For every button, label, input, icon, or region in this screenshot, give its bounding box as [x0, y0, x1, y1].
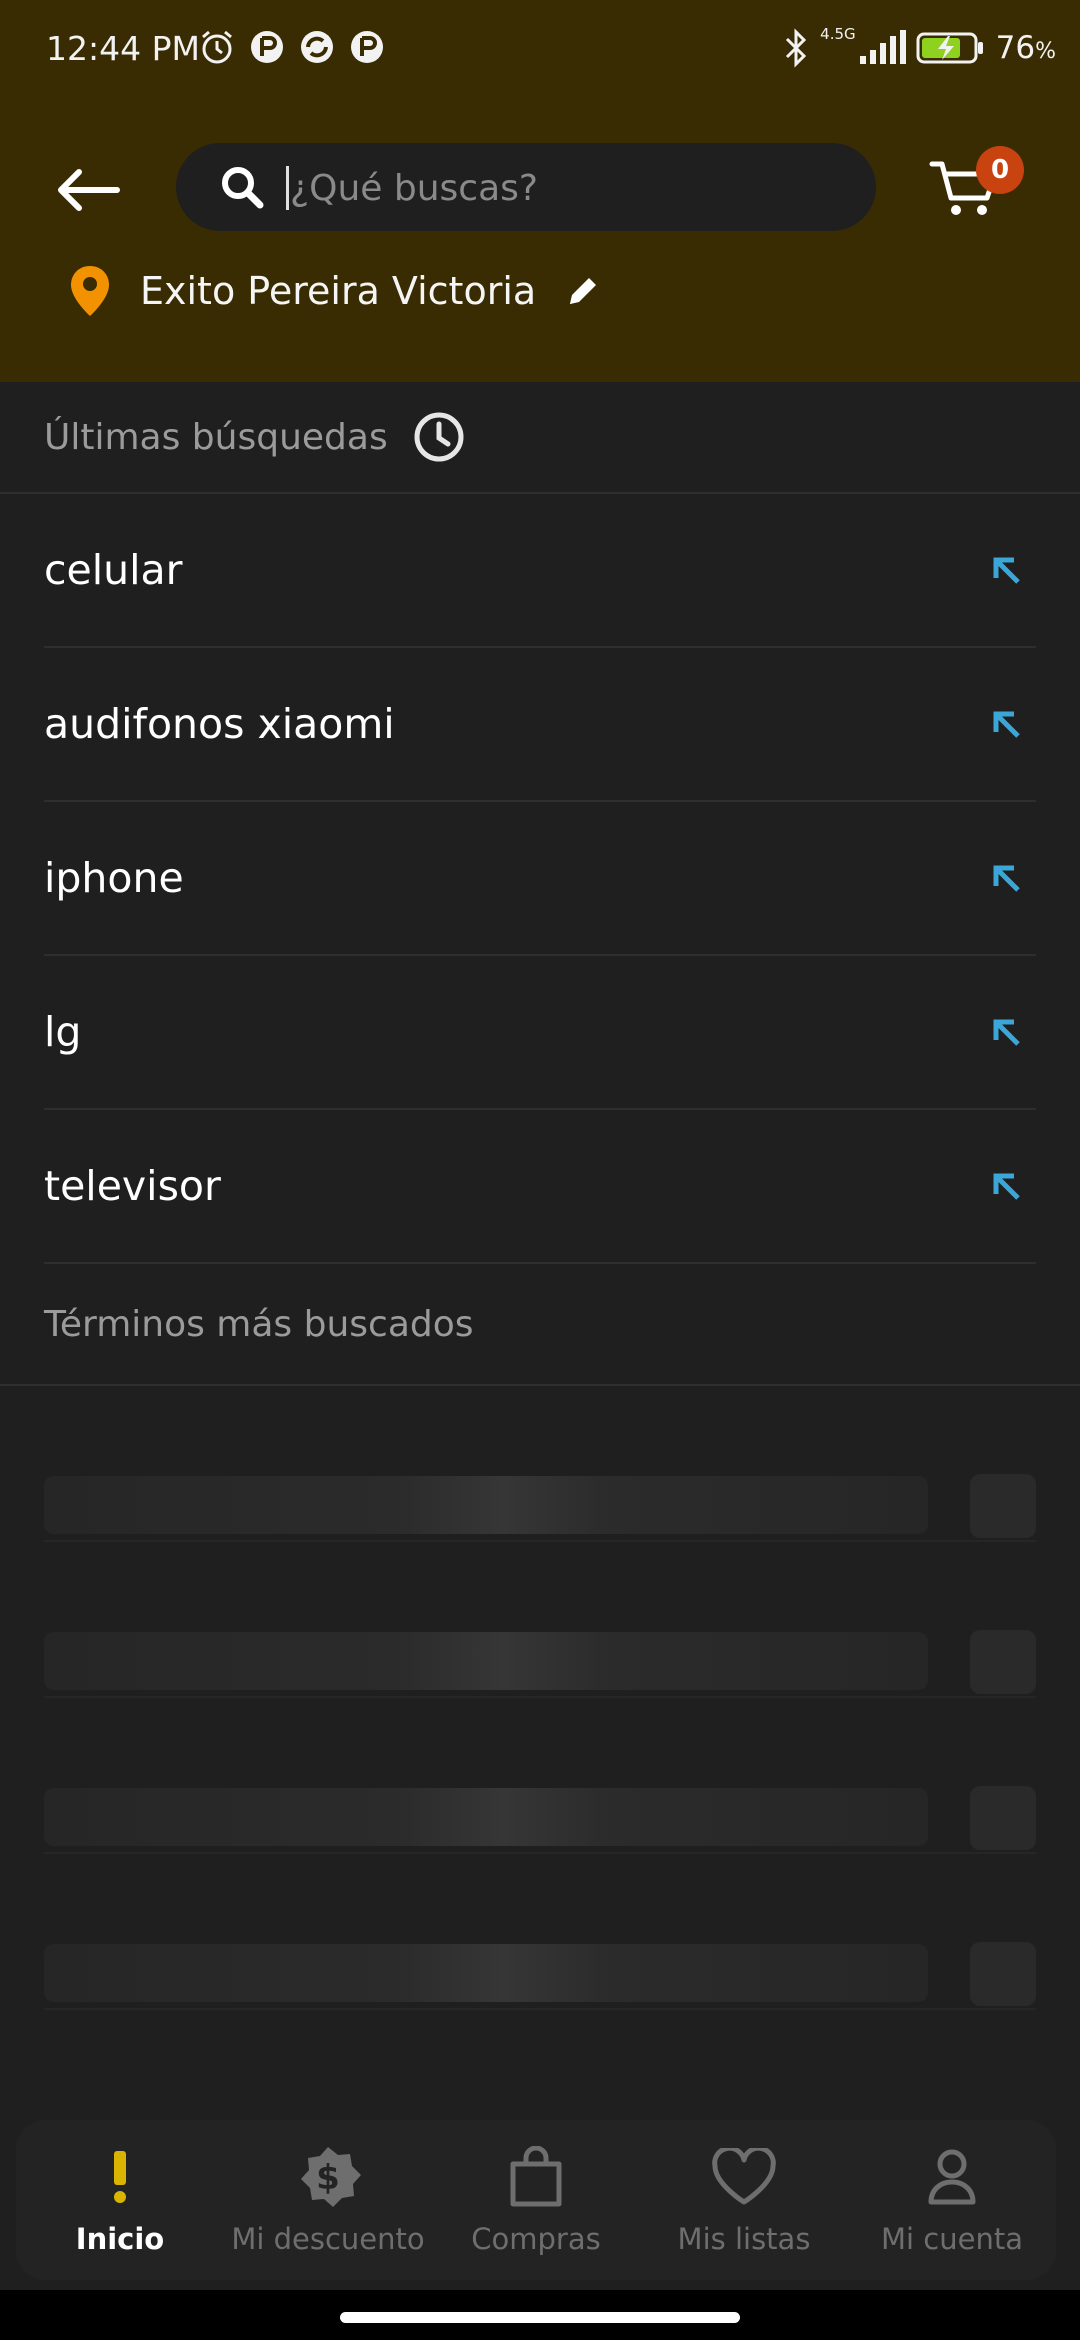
arrow-up-left-icon[interactable]	[988, 1014, 1024, 1050]
arrow-up-left-icon[interactable]	[988, 1168, 1024, 1204]
skeleton-bar	[44, 1788, 928, 1846]
battery-percentage: 76%	[995, 30, 1056, 66]
pencil-icon[interactable]	[566, 274, 600, 308]
back-button[interactable]	[48, 150, 128, 230]
nav-item-inicio[interactable]: Inicio	[16, 2120, 224, 2280]
recent-search-item[interactable]: televisor	[44, 1110, 1036, 1264]
discount-tag-icon: $	[301, 2147, 361, 2207]
battery-charging-icon	[916, 32, 983, 64]
recent-search-label: celular	[44, 546, 183, 594]
recent-search-item[interactable]: audifonos xiaomi	[44, 648, 1036, 802]
arrow-up-left-icon[interactable]	[988, 860, 1024, 896]
cart-count-badge: 0	[976, 146, 1024, 194]
skeleton-row	[44, 1542, 1036, 1698]
nav-label: Inicio	[75, 2222, 165, 2256]
exclamation-icon	[114, 2151, 126, 2203]
user-icon	[928, 2149, 976, 2205]
nav-icon-wrap	[108, 2144, 132, 2210]
skeleton-bar	[44, 1476, 928, 1534]
skeleton-box	[970, 1942, 1036, 2006]
nav-label: Mis listas	[677, 2222, 811, 2256]
skeleton-bar	[44, 1632, 928, 1690]
status-time: 12:44 PM	[46, 29, 200, 68]
header: 12:44 PM 4.5G 76% 0 Exito Pereira Victor…	[0, 0, 1080, 382]
svg-text:$: $	[316, 2158, 340, 2198]
app-notification-icon	[251, 31, 283, 63]
skeleton-bar	[44, 1944, 928, 2002]
clock-icon	[414, 412, 464, 462]
nav-icon-wrap	[927, 2144, 977, 2210]
network-type: 4.5G	[820, 25, 856, 43]
recent-searches-list: celular audifonos xiaomi iphone lg telev…	[44, 494, 1036, 1264]
store-location-label: Exito Pereira Victoria	[140, 269, 537, 313]
skeleton-row	[44, 1386, 1036, 1542]
nav-item-mi-descuento[interactable]: $ Mi descuento	[224, 2120, 432, 2280]
popular-searches-header: Términos más buscados	[0, 1264, 1080, 1386]
search-box[interactable]	[176, 143, 876, 233]
skeleton-box	[970, 1786, 1036, 1850]
nav-label: Compras	[471, 2222, 601, 2256]
popular-searches-loading	[44, 1386, 1036, 2010]
popular-searches-title: Términos más buscados	[44, 1303, 474, 1345]
status-system-icons: 4.5G 76%	[782, 25, 1056, 68]
recent-search-item[interactable]: lg	[44, 956, 1036, 1110]
status-bar: 12:44 PM 4.5G 76%	[0, 0, 1080, 100]
bluetooth-icon	[786, 28, 807, 68]
nav-label: Mi descuento	[231, 2222, 425, 2256]
nav-label: Mi cuenta	[881, 2222, 1023, 2256]
skeleton-box	[970, 1630, 1036, 1694]
shopping-bag-icon	[510, 2146, 562, 2207]
recent-search-label: televisor	[44, 1162, 221, 1210]
sync-app-icon	[301, 31, 333, 63]
app-notification-icon	[351, 31, 383, 63]
arrow-up-left-icon[interactable]	[988, 706, 1024, 742]
home-indicator[interactable]	[340, 2312, 740, 2323]
status-notification-icons	[198, 28, 386, 66]
recent-search-label: iphone	[44, 854, 184, 902]
bottom-navigation: Inicio $ Mi descuento Compras Mis listas…	[16, 2120, 1056, 2280]
nav-item-compras[interactable]: Compras	[432, 2120, 640, 2280]
recent-searches-header: Últimas búsquedas	[0, 382, 1080, 494]
recent-search-label: audifonos xiaomi	[44, 700, 395, 748]
nav-item-mi-cuenta[interactable]: Mi cuenta	[848, 2120, 1056, 2280]
nav-icon-wrap	[711, 2144, 777, 2210]
nav-item-mis-listas[interactable]: Mis listas	[640, 2120, 848, 2280]
heart-icon	[712, 2148, 776, 2205]
nav-icon-wrap	[508, 2144, 564, 2210]
search-icon	[222, 167, 264, 209]
location-pin-icon	[71, 266, 109, 316]
recent-search-item[interactable]: iphone	[44, 802, 1036, 956]
skeleton-box	[970, 1474, 1036, 1538]
arrow-up-left-icon[interactable]	[988, 552, 1024, 588]
nav-icon-wrap: $	[293, 2144, 363, 2210]
alarm-icon	[202, 30, 232, 64]
recent-searches-title: Últimas búsquedas	[44, 416, 388, 458]
store-location[interactable]: Exito Pereira Victoria	[68, 264, 600, 318]
search-input[interactable]	[288, 143, 852, 233]
recent-search-item[interactable]: celular	[44, 494, 1036, 648]
recent-search-label: lg	[44, 1008, 82, 1056]
arrow-left-icon	[58, 169, 120, 211]
skeleton-row	[44, 1698, 1036, 1854]
skeleton-row	[44, 1854, 1036, 2010]
